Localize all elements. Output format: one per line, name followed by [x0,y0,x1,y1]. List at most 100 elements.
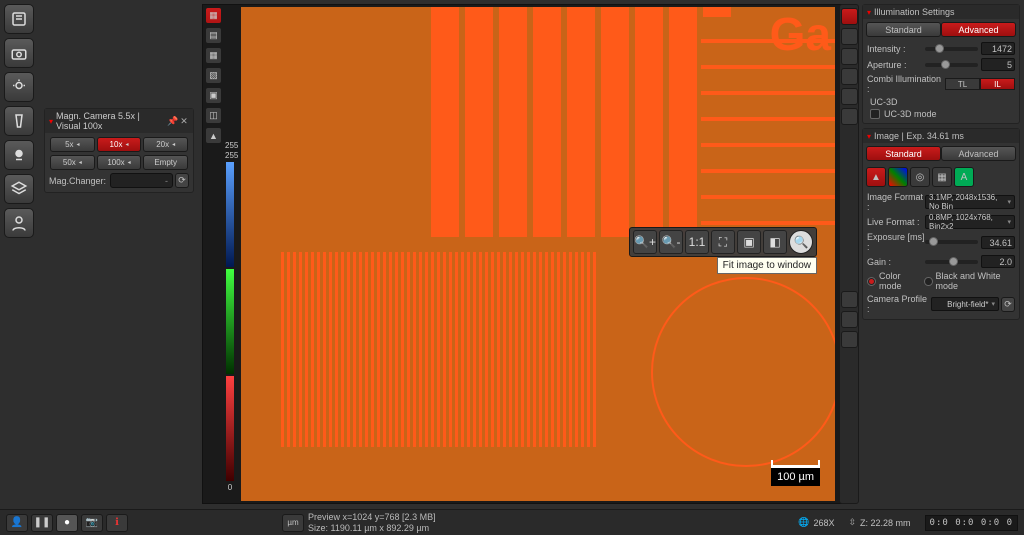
live-format-select[interactable]: 0.8MP, 1024x768, Bin2x2 [925,215,1015,229]
mag-50x[interactable]: 50x◂ [50,155,95,170]
zoom-1to1-icon[interactable]: 1:1 [685,230,709,254]
mag-changer-label: Mag.Changer: [49,176,106,186]
record-icon[interactable]: ● [56,514,78,532]
magnification-panel: ▾ Magn. Camera 5.5x | Visual 100x 📌 ✕ 5x… [44,108,194,193]
rtb-4[interactable] [841,68,858,85]
aperture-value[interactable]: 5 [981,58,1015,71]
tab-img-standard[interactable]: Standard [866,146,941,161]
rtb-1[interactable] [841,8,858,25]
scale-bar: 100 µm [771,465,820,486]
rtb-5[interactable] [841,88,858,105]
lut-blue[interactable] [226,162,234,267]
histogram-icon[interactable]: ▲ [205,127,222,144]
tab-img-advanced[interactable]: Advanced [941,146,1016,161]
rtb-8[interactable] [841,311,858,328]
capture-icon[interactable]: 📷 [81,514,103,532]
tooltip: Fit image to window [717,257,817,274]
uc3d-checkbox[interactable] [870,109,880,119]
corner-text: Ga [770,7,831,61]
vt-btn-1[interactable]: ▤ [205,27,222,44]
pattern-circle [651,277,835,467]
lamp-icon[interactable] [4,72,34,102]
vt-btn-3[interactable]: ▧ [205,67,222,84]
neutral-icon[interactable] [4,140,34,170]
vt-btn-2[interactable]: ▦ [205,47,222,64]
aperture-slider[interactable] [925,63,978,67]
user-icon[interactable] [4,208,34,238]
microscope-image[interactable]: 600 nm Ga 100 µm 🔍+ 🔍- 1:1 ⛶ ▣ ◧ 🔍 Fit i… [241,7,835,501]
tab-standard[interactable]: Standard [866,22,941,37]
rtb-3[interactable] [841,48,858,65]
fit-window-icon[interactable]: ▣ [737,230,761,254]
objective-icon[interactable] [4,106,34,136]
lut-bars: 255 255 0 [225,140,235,493]
gain-value[interactable]: 2.0 [981,255,1015,268]
wb-icon[interactable]: ▦ [932,167,952,187]
vt-btn-4[interactable]: ▣ [205,87,222,104]
intensity-value[interactable]: 1472 [981,42,1015,55]
color-mode-radio[interactable]: Color mode [867,271,919,291]
intensity-slider[interactable] [925,47,978,51]
rtb-6[interactable] [841,108,858,125]
channel-red-icon[interactable]: ▦ [205,7,222,24]
mag-100x[interactable]: 100x◂ [97,155,142,170]
image-viewer: ▦ ▤ ▦ ▧ ▣ ◫ ▲ 255 255 0 600 nm Ga 100 µm… [202,4,856,504]
image-panel: ▾Image | Exp. 34.61 ms Standard Advanced… [862,128,1020,320]
uc3d-section: UC-3D [867,97,1015,107]
layers-icon[interactable] [4,174,34,204]
focus-icon[interactable]: ◎ [910,167,930,187]
pin-icon[interactable]: 📌 [167,116,177,126]
info-icon[interactable]: ℹ [106,514,128,532]
vt-btn-5[interactable]: ◫ [205,107,222,124]
pause-icon[interactable]: ❚❚ [31,514,53,532]
combi-tl[interactable]: TL [945,78,980,90]
rtb-9[interactable] [841,331,858,348]
mag-changer-value[interactable]: - [110,173,173,188]
zoom-readout: 268X [813,518,834,528]
camera-profile-select[interactable]: Bright-field* [931,297,999,311]
search-icon[interactable]: 🔍 [789,230,813,254]
collapse-icon[interactable]: ▾ [49,117,53,126]
z-readout: Z: 22.28 mm [860,518,911,528]
image-zoom-toolbar: 🔍+ 🔍- 1:1 ⛶ ▣ ◧ 🔍 [629,227,817,257]
mag-20x[interactable]: 20x◂ [143,137,188,152]
time-counter: 0:0 0:0 0:0 0 [925,515,1018,531]
auto-icon[interactable]: A [954,167,974,187]
camera-icon[interactable] [4,38,34,68]
close-icon[interactable]: ✕ [179,116,189,126]
mag-title: Magn. Camera 5.5x | Visual 100x [56,111,165,131]
lut-red[interactable] [226,376,234,481]
fullscreen-icon[interactable]: ⛶ [711,230,735,254]
pattern-dense [281,252,596,447]
user-foot-icon[interactable]: 👤 [6,514,28,532]
right-toolbar [839,4,859,504]
zoom-out-icon[interactable]: 🔍- [659,230,683,254]
mag-5x[interactable]: 5x◂ [50,137,95,152]
tab-advanced[interactable]: Advanced [941,22,1016,37]
rtb-2[interactable] [841,28,858,45]
exposure-value[interactable]: 34.61 [981,236,1015,249]
mag-changer-refresh-icon[interactable]: ⟳ [175,173,189,188]
dark-mode-icon[interactable]: ◧ [763,230,787,254]
pattern-vertical [431,7,731,237]
unit-toggle[interactable]: µm [282,514,304,532]
panel-icon[interactable] [4,4,34,34]
lut-green[interactable] [226,269,234,374]
hist-icon[interactable]: ▲ [866,167,886,187]
image-format-select[interactable]: 3.1MP, 2048x1536, No Bin [925,195,1015,209]
zoom-in-icon[interactable]: 🔍+ [633,230,657,254]
exposure-slider[interactable] [925,240,978,244]
collapse-icon[interactable]: ▾ [867,132,871,141]
bw-mode-radio[interactable]: Black and White mode [924,271,1015,291]
left-toolbar [4,4,38,242]
combi-il[interactable]: IL [980,78,1015,90]
rgb-icon[interactable] [888,167,908,187]
rtb-7[interactable] [841,291,858,308]
mag-empty[interactable]: Empty [143,155,188,170]
profile-refresh-icon[interactable]: ⟳ [1001,297,1015,312]
gain-slider[interactable] [925,260,978,264]
collapse-icon[interactable]: ▾ [867,8,871,17]
z-icon: ⇳ [848,517,856,528]
illumination-panel: ▾Illumination Settings Standard Advanced… [862,4,1020,124]
mag-10x[interactable]: 10x◂ [97,137,142,152]
